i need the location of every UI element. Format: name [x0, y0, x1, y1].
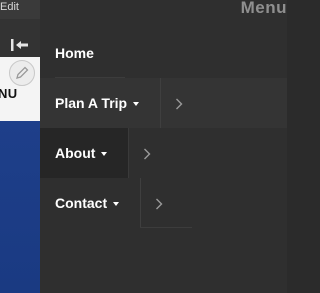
menu-button-stub[interactable]: NU: [0, 86, 17, 101]
menu-item-about[interactable]: About: [40, 128, 128, 178]
divider: [140, 227, 192, 228]
collapse-left-icon[interactable]: [10, 38, 30, 52]
caret-down-icon: [101, 152, 108, 156]
menu-item-label: Home: [55, 45, 94, 61]
edit-link[interactable]: Edit: [0, 1, 19, 13]
edit-toolbar: Edit: [0, 0, 40, 19]
expand-button[interactable]: [140, 178, 177, 228]
menu-panel: Menu Home Plan A Trip About Contact: [40, 0, 287, 293]
chevron-right-icon: [176, 98, 183, 110]
menu-item-label: Contact: [40, 195, 120, 211]
expand-button[interactable]: [128, 128, 165, 178]
menu-item-label: Plan A Trip: [40, 95, 140, 111]
expand-button[interactable]: [160, 78, 211, 128]
chevron-right-icon: [156, 198, 163, 210]
chevron-right-icon: [144, 148, 151, 160]
panel-title: Menu: [240, 0, 287, 17]
caret-down-icon: [113, 202, 120, 206]
menu-item-contact[interactable]: Contact: [40, 178, 287, 228]
caret-down-icon: [133, 102, 140, 106]
menu-item-home[interactable]: Home: [40, 28, 287, 78]
menu-item-plan-a-trip[interactable]: Plan A Trip: [40, 78, 287, 128]
menu-item-label: About: [40, 145, 108, 161]
pencil-icon[interactable]: [9, 60, 35, 86]
